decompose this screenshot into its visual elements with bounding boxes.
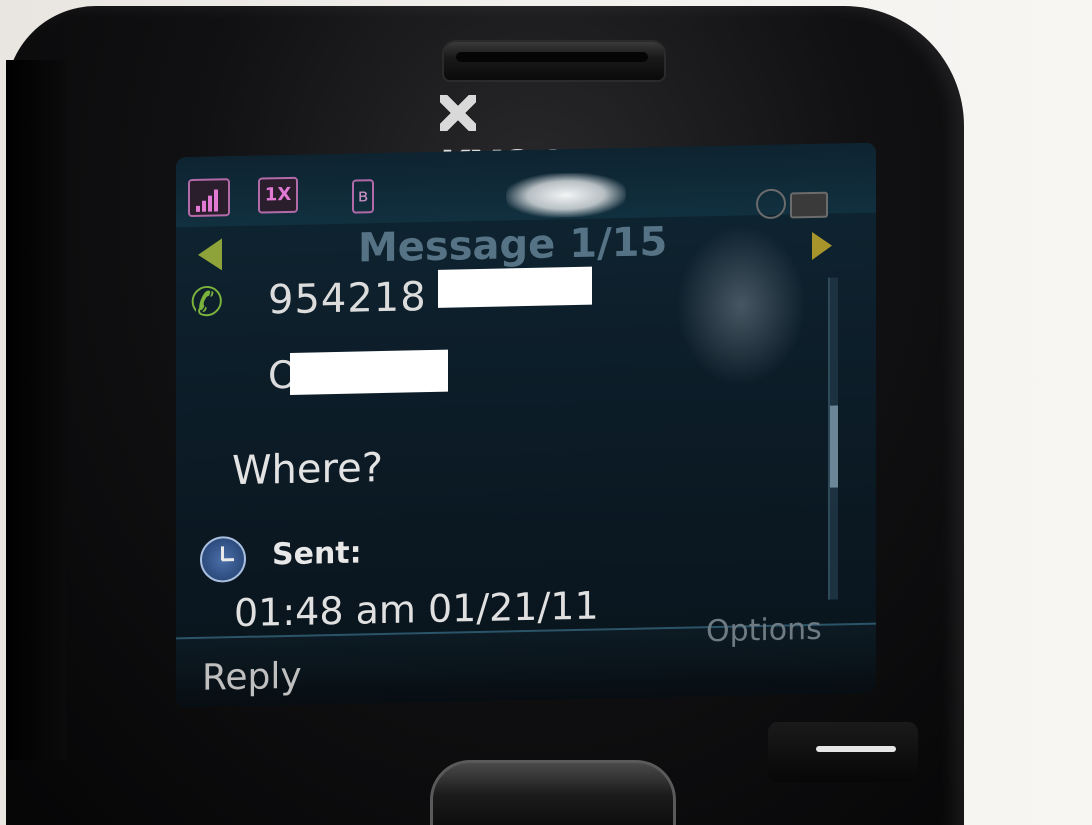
- phone-edge: [6, 60, 66, 760]
- photo-background: KYOCERA 1X ʙ Message 1/15 ✆ 954218 O Whe…: [0, 0, 1092, 825]
- 1x-network-icon: 1X: [258, 176, 298, 214]
- reply-softkey[interactable]: Reply: [202, 653, 302, 703]
- options-softkey[interactable]: Options: [706, 610, 822, 652]
- scrollbar[interactable]: [828, 277, 838, 600]
- redaction-box: [290, 349, 448, 395]
- brand-logo: KYOCERA: [440, 88, 670, 189]
- sent-label: Sent:: [272, 535, 362, 573]
- earpiece-slot: [456, 52, 648, 62]
- navigation-key[interactable]: [430, 760, 676, 825]
- screen-glare: [506, 171, 626, 219]
- contact-number: 954218: [268, 274, 427, 324]
- message-body: Where?: [232, 444, 383, 495]
- redaction-box: [438, 266, 592, 308]
- kyocera-logo-icon: [440, 95, 476, 131]
- right-softkey-indicator: [816, 746, 896, 752]
- arrow-left-icon[interactable]: [198, 238, 222, 271]
- bluetooth-icon: ʙ: [352, 179, 374, 214]
- clock-icon: [200, 535, 246, 583]
- page-title: Message 1/15: [358, 219, 668, 272]
- phone-screen: 1X ʙ Message 1/15 ✆ 954218 O Where? Sent…: [176, 142, 876, 708]
- signal-strength-icon: [188, 178, 230, 218]
- scrollbar-thumb[interactable]: [830, 405, 838, 488]
- phone-handset-icon: ✆: [190, 279, 224, 327]
- arrow-right-icon[interactable]: [812, 231, 832, 261]
- right-softkey-button[interactable]: [768, 722, 918, 782]
